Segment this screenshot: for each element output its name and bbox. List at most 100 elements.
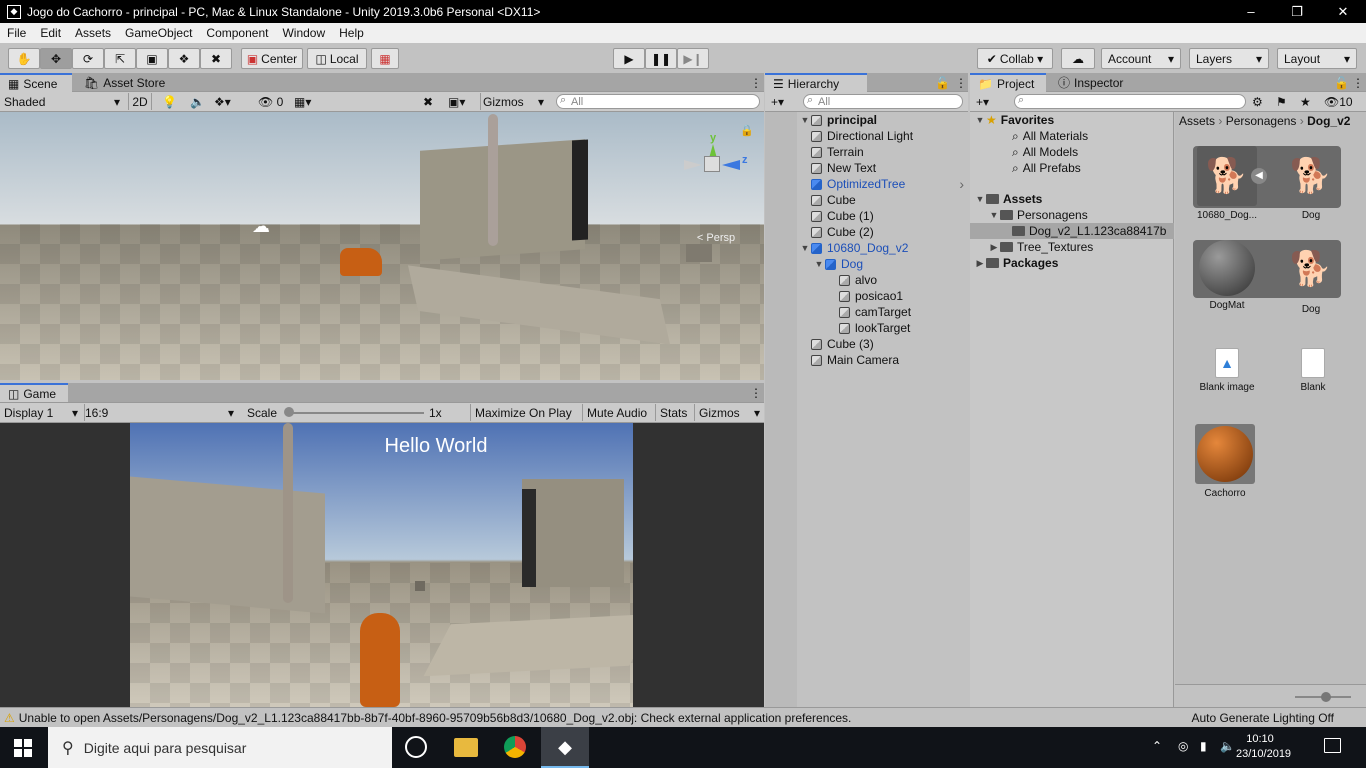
asset-dog-mesh[interactable]: 🐕 Dog [1271, 240, 1351, 315]
hierarchy-item[interactable]: ▼ Dog [765, 256, 968, 272]
status-warning-text[interactable]: Unable to open Assets/Personagens/Dog_v2… [19, 711, 852, 725]
asset-dog-child[interactable]: 🐕 Dog [1271, 146, 1351, 221]
hierarchy-search-input[interactable]: All [803, 94, 963, 109]
scale-slider-handle[interactable] [284, 407, 294, 417]
toggle-2d-button[interactable]: 2D [128, 93, 152, 110]
asset-dogmat[interactable]: DogMat [1187, 240, 1267, 311]
menu-assets[interactable]: Assets [68, 26, 118, 40]
project-tree-item[interactable]: ▼ Personagens [970, 207, 1174, 223]
grid-toggle-icon[interactable]: ▦▾ [294, 93, 311, 110]
rect-tool-icon[interactable]: ▣ [136, 48, 168, 69]
asset-dog-model[interactable]: 🐕 10680_Dog... [1187, 146, 1267, 221]
scene-viewport[interactable]: ☁ < Persp y z 🔒 [0, 112, 764, 380]
project-tree-item[interactable]: ▶ Packages [970, 255, 1174, 271]
panel-menu-icon[interactable]: ⋮ [1344, 73, 1366, 92]
scale-tool-icon[interactable]: ⇱ [104, 48, 136, 69]
tab-game[interactable]: ◫ Game [0, 383, 68, 402]
mute-audio-toggle[interactable]: Mute Audio [582, 404, 651, 421]
hierarchy-item[interactable]: Directional Light [765, 128, 968, 144]
file-explorer-icon[interactable] [454, 738, 478, 757]
expand-right-icon[interactable]: ▶ [974, 258, 986, 269]
hierarchy-item[interactable]: alvo [765, 272, 968, 288]
lighting-status[interactable]: Auto Generate Lighting Off [1191, 711, 1334, 725]
project-tree-item[interactable]: ▶ Tree_Textures [970, 239, 1174, 255]
status-bar[interactable]: ⚠ Unable to open Assets/Personagens/Dog_… [0, 707, 1366, 727]
gizmo-center-cube[interactable] [704, 156, 720, 172]
display-dropdown[interactable]: Display 1 ▾ [4, 404, 78, 421]
stats-toggle[interactable]: Stats [655, 404, 691, 421]
layout-dropdown[interactable]: Layout ▾ [1277, 48, 1357, 69]
notification-icon[interactable] [1324, 738, 1341, 753]
minimize-button[interactable]: – [1228, 0, 1274, 23]
gizmo-z-axis[interactable]: z [742, 154, 748, 166]
breadcrumb-dog-v2[interactable]: Dog_v2 [1307, 114, 1350, 128]
collapse-arrow-icon[interactable]: ◀ [1251, 168, 1267, 184]
pause-button[interactable]: ❚❚ [645, 48, 677, 69]
aspect-dropdown[interactable]: 16:9 ▾ [84, 404, 238, 421]
gizmo-x-cone[interactable] [684, 160, 702, 170]
expand-down-icon[interactable]: ▼ [974, 194, 986, 204]
asset-cachorro[interactable]: Cachorro [1185, 424, 1265, 499]
task-view-icon[interactable] [405, 736, 427, 758]
taskbar-search-box[interactable]: ⚲ Digite aqui para pesquisar [48, 727, 392, 768]
expand-down-icon[interactable]: ▼ [974, 115, 986, 125]
hand-tool-icon[interactable]: ✋ [8, 48, 40, 69]
cloud-icon[interactable]: ☁ [1061, 48, 1095, 69]
tray-chevron-up-icon[interactable]: ⌃ [1152, 739, 1162, 753]
account-dropdown[interactable]: Account ▾ [1101, 48, 1181, 69]
menu-window[interactable]: Window [275, 26, 332, 40]
project-tree-item[interactable]: ▼ Assets [970, 191, 1174, 207]
transform-tool-icon[interactable]: ❖ [168, 48, 200, 69]
windows-start-icon[interactable] [14, 739, 32, 757]
persp-label[interactable]: < Persp [684, 232, 748, 244]
effects-toggle-icon[interactable]: ❖▾ [214, 93, 231, 110]
breadcrumb-assets[interactable]: Assets [1179, 114, 1215, 128]
shading-mode-dropdown[interactable]: Shaded ▾ [4, 93, 120, 110]
expand-right-icon[interactable]: ▶ [988, 242, 1000, 253]
play-button[interactable]: ▶ [613, 48, 645, 69]
snap-grid-icon[interactable]: ▦ [371, 48, 399, 69]
expand-down-icon[interactable]: ▼ [799, 243, 811, 253]
gizmo-y-axis[interactable]: y [710, 132, 716, 144]
project-search-input[interactable] [1014, 94, 1246, 109]
collab-button[interactable]: ✔ Collab ▾ [977, 48, 1053, 69]
maximize-button[interactable]: ❐ [1274, 0, 1320, 23]
menu-help[interactable]: Help [332, 26, 371, 40]
menu-gameobject[interactable]: GameObject [118, 26, 199, 40]
hidden-objects-toggle[interactable]: 👁 0 [258, 93, 283, 110]
pivot-center-button[interactable]: ▣ Center [241, 48, 303, 69]
game-viewport[interactable]: Hello World [0, 423, 764, 707]
project-tree-item[interactable]: ⌕ All Materials [970, 128, 1174, 144]
menu-file[interactable]: File [0, 26, 33, 40]
game-gizmos-dropdown[interactable]: Gizmos ▾ [694, 404, 764, 421]
step-button[interactable]: ▶❙ [677, 48, 709, 69]
project-tree-item[interactable]: ▼ ★ Favorites [970, 112, 1174, 128]
project-tree-item[interactable]: Dog_v2_L1.123ca88417b [970, 223, 1174, 239]
scene-lock-icon[interactable]: 🔒 [740, 124, 754, 137]
expand-down-icon[interactable]: ▼ [799, 115, 811, 125]
favorites-star-icon[interactable]: ★ [1300, 93, 1311, 110]
layers-dropdown[interactable]: Layers ▾ [1189, 48, 1269, 69]
asset-blank-image[interactable]: ▲ Blank image [1187, 344, 1267, 393]
taskbar-clock[interactable]: 10:10 23/10/2019 [1236, 732, 1291, 762]
expand-down-icon[interactable]: ▼ [813, 259, 825, 269]
search-by-label-icon[interactable]: ⚑ [1276, 93, 1287, 110]
rotate-tool-icon[interactable]: ⟳ [72, 48, 104, 69]
project-tree-item[interactable]: ⌕ All Models [970, 144, 1174, 160]
scene-tools-icon[interactable]: ✖ [423, 93, 433, 110]
scene-orientation-gizmo[interactable]: y z [684, 132, 748, 190]
hierarchy-item[interactable]: Cube (1) [765, 208, 968, 224]
project-tree-item[interactable]: ⌕ All Prefabs [970, 160, 1174, 176]
asset-size-slider-handle[interactable] [1321, 692, 1331, 702]
network-icon[interactable]: ◎ [1178, 739, 1188, 753]
maximize-on-play-toggle[interactable]: Maximize On Play [470, 404, 576, 421]
scene-search-input[interactable]: All [556, 94, 760, 109]
custom-tool-icon[interactable]: ✖ [200, 48, 232, 69]
menu-component[interactable]: Component [199, 26, 275, 40]
tab-inspector[interactable]: ⓘ Inspector [1050, 73, 1131, 92]
create-plus-icon[interactable]: +▾ [976, 93, 989, 110]
scale-slider-track[interactable] [288, 412, 424, 414]
breadcrumb-personagens[interactable]: Personagens [1226, 114, 1297, 128]
hierarchy-item[interactable]: ▼ principal [765, 112, 968, 128]
hierarchy-item[interactable]: OptimizedTree › [765, 176, 968, 192]
